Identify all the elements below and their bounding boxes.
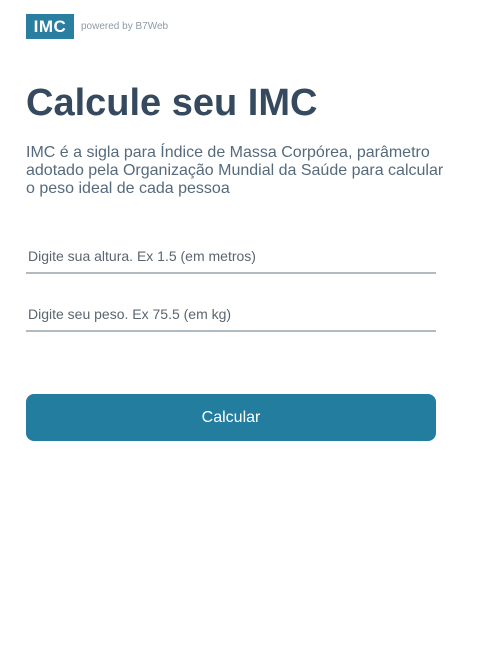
peso-input[interactable]	[26, 298, 436, 332]
page-description: IMC é a sigla para Índice de Massa Corpó…	[26, 144, 444, 197]
page-title: Calcule seu IMC	[26, 82, 318, 124]
altura-input[interactable]	[26, 240, 436, 274]
header: IMC powered by B7Web	[26, 14, 168, 39]
powered-by-text: powered by B7Web	[81, 21, 169, 32]
imc-logo: IMC	[26, 14, 74, 39]
logo-text: IMC	[33, 16, 67, 36]
calculate-button[interactable]: Calcular	[26, 394, 436, 441]
